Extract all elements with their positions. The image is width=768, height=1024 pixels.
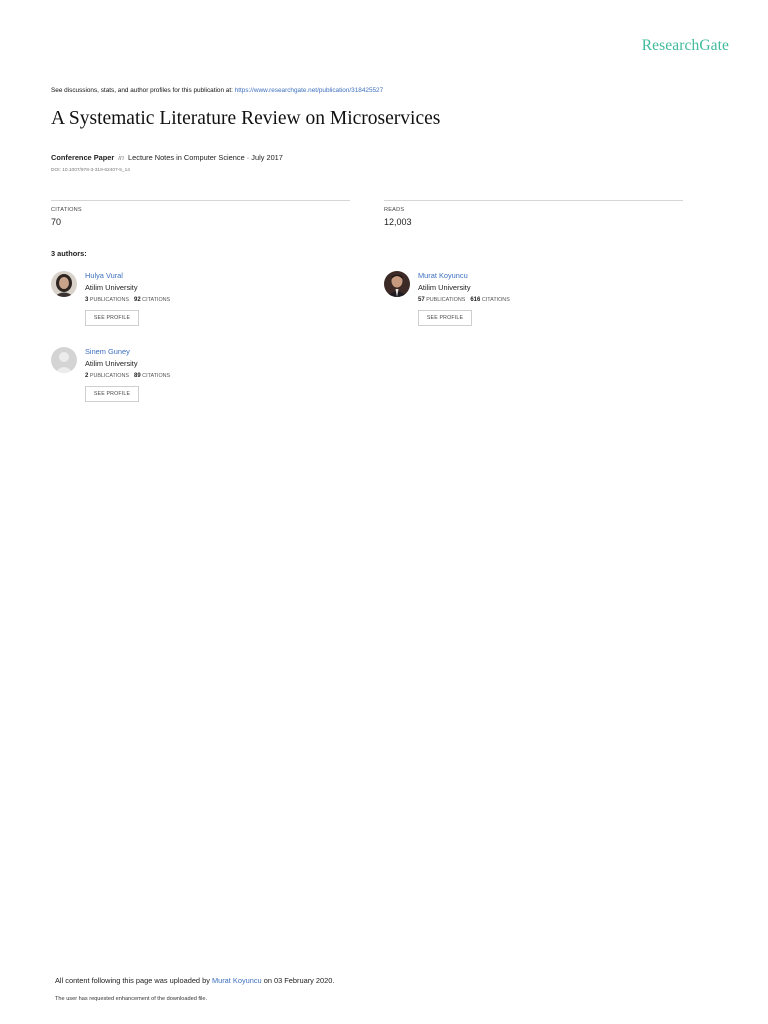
see-profile-button[interactable]: SEE PROFILE: [85, 386, 139, 402]
citations-label: CITATIONS: [142, 297, 171, 303]
publication-doi: DOI: 10.1007/978-3-319-62407-5_14: [51, 168, 130, 173]
author-name-link[interactable]: Murat Koyuncu: [418, 271, 468, 280]
page-title: A Systematic Literature Review on Micros…: [51, 108, 441, 129]
discussion-line: See discussions, stats, and author profi…: [51, 87, 383, 94]
person-photo-icon[interactable]: [384, 271, 410, 297]
upload-suffix: on 03 February 2020.: [261, 976, 335, 985]
citations-label: CITATIONS: [142, 373, 171, 379]
citations-count: 89: [133, 373, 141, 379]
publications-count: 57: [418, 297, 425, 303]
citations-divider: [51, 200, 350, 201]
author-card: Sinem Guney Atilim University 2 PUBLICAT…: [51, 347, 351, 419]
author-institution: Atilim University: [85, 283, 138, 292]
see-profile-button[interactable]: SEE PROFILE: [85, 310, 139, 326]
uploader-link[interactable]: Murat Koyuncu: [212, 976, 262, 985]
publications-count: 3: [85, 297, 89, 303]
authors-heading: 3 authors:: [51, 249, 87, 258]
author-institution: Atilim University: [418, 283, 471, 292]
publications-label: PUBLICATIONS: [89, 373, 129, 379]
author-stats: 3 PUBLICATIONS 92 CITATIONS: [85, 297, 170, 303]
publication-link[interactable]: https://www.researchgate.net/publication…: [235, 87, 384, 94]
upload-prefix: All content following this page was uplo…: [55, 976, 212, 985]
citations-label: CITATIONS: [481, 297, 510, 303]
publication-type: Conference Paper: [51, 153, 115, 162]
author-card: Hulya Vural Atilim University 3 PUBLICAT…: [51, 271, 351, 343]
researchgate-logo[interactable]: ResearchGate: [642, 37, 729, 55]
citations-count: 616: [470, 297, 481, 303]
reads-value: 12,003: [384, 217, 412, 227]
author-stats: 2 PUBLICATIONS 89 CITATIONS: [85, 373, 170, 379]
publication-meta: Conference Paper in Lecture Notes in Compu…: [51, 153, 283, 162]
publication-venue: Lecture Notes in Computer Science · July…: [128, 153, 283, 162]
reads-divider: [384, 200, 683, 201]
author-card: Murat Koyuncu Atilim University 57 PUBLI…: [384, 271, 684, 343]
discussion-prefix: See discussions, stats, and author profi…: [51, 87, 235, 94]
citations-label: CITATIONS: [51, 207, 82, 213]
author-name-link[interactable]: Hulya Vural: [85, 271, 123, 280]
person-photo-icon[interactable]: [51, 271, 77, 297]
citations-value: 70: [51, 217, 62, 227]
reads-label: READS: [384, 207, 405, 213]
publications-count: 2: [85, 373, 89, 379]
see-profile-button[interactable]: SEE PROFILE: [418, 310, 472, 326]
publications-label: PUBLICATIONS: [89, 297, 129, 303]
upload-info: All content following this page was uplo…: [55, 976, 334, 985]
citations-count: 92: [133, 297, 141, 303]
default-avatar-icon[interactable]: [51, 347, 77, 373]
author-institution: Atilim University: [85, 359, 138, 368]
in-word: in: [118, 153, 125, 162]
publications-label: PUBLICATIONS: [426, 297, 466, 303]
enhancement-note: The user has requested enhancement of th…: [55, 996, 208, 1002]
author-stats: 57 PUBLICATIONS 616 CITATIONS: [418, 297, 510, 303]
author-name-link[interactable]: Sinem Guney: [85, 347, 130, 356]
